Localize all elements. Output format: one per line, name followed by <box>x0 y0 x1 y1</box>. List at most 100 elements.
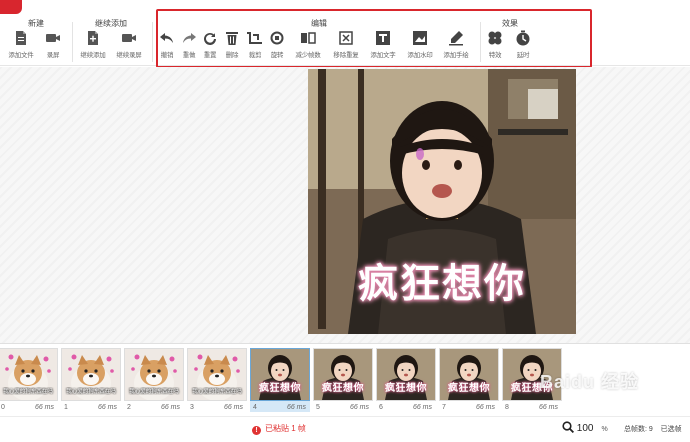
continue-add-icon <box>88 31 98 45</box>
frame-thumbnail[interactable]: 我心爱的狗东西在吗 0 66 ms <box>0 348 58 412</box>
record-screen-label: 录屏 <box>46 52 60 59</box>
frame-caption: 我心爱的狗东西在吗 <box>66 389 116 395</box>
frame-image: 我心爱的狗东西在吗 <box>61 348 121 401</box>
frame-image: 我心爱的狗东西在吗 <box>0 348 58 401</box>
add-text-icon <box>376 31 390 45</box>
group-new: 新建 添加文件 录屏 <box>4 14 68 66</box>
watermark: Baidu 经验 <box>540 372 640 392</box>
frame-caption: 我心爱的狗东西在吗 <box>129 389 179 395</box>
frame-index: 8 <box>505 404 509 411</box>
rotate-icon <box>270 31 284 45</box>
effects-icon <box>488 31 502 45</box>
frame-index: 3 <box>190 404 194 411</box>
group-title-new: 新建 <box>28 19 44 28</box>
frame-thumbnail[interactable]: 疯狂想你 7 66 ms <box>439 348 499 412</box>
reduce-frames-icon <box>301 32 316 44</box>
frame-caption: 我心爱的狗东西在吗 <box>192 389 242 395</box>
group-continue-add: 继续添加 继续添加 继续录屏 <box>76 14 146 66</box>
add-watermark-icon <box>413 31 427 45</box>
status-message-text: 已粘贴 1 帧 <box>265 424 306 433</box>
frame-index: 4 <box>253 404 257 411</box>
frame-thumbnail[interactable]: 我心爱的狗东西在吗 2 66 ms <box>124 348 184 412</box>
frame-counts: 总帧数: 9 已选帧 <box>624 424 682 434</box>
reduce-frames-button[interactable]: 减少帧数 <box>291 30 325 64</box>
record-screen-icon <box>46 34 60 42</box>
add-drawing-icon <box>449 31 463 46</box>
frame-image: 我心爱的狗东西在吗 <box>124 348 184 401</box>
main-image-caption: 疯狂想你 <box>358 262 526 306</box>
main-image: 疯狂想你 <box>308 69 576 334</box>
add-text-button[interactable]: 添加文字 <box>366 30 400 64</box>
frame-duration[interactable]: 66 ms <box>287 404 306 411</box>
total-frames: 总帧数: 9 <box>624 426 653 433</box>
continue-add-label: 继续添加 <box>80 52 106 59</box>
status-bar: ! 已粘贴 1 帧 100% 总帧数: 9 已选帧 <box>0 416 690 442</box>
frame-index: 1 <box>64 404 68 411</box>
remove-duplicates-label: 移除重复 <box>333 52 359 59</box>
frame-index: 5 <box>316 404 320 411</box>
warning-icon: ! <box>252 426 261 435</box>
group-edit: 编辑 撤销 重做 重置 删除 裁剪 旋转 减少帧数 移除重复 添加文字 添加水印… <box>154 14 484 66</box>
zoom-value[interactable]: 100 <box>577 423 594 434</box>
app-logo <box>0 0 22 14</box>
continue-add-button[interactable]: 继续添加 <box>76 30 110 64</box>
frame-duration[interactable]: 66 ms <box>539 404 558 411</box>
delay-icon <box>516 30 530 46</box>
frame-thumbnail[interactable]: 疯狂想你 5 66 ms <box>313 348 373 412</box>
zoom-unit: % <box>601 426 608 433</box>
frame-duration[interactable]: 66 ms <box>350 404 369 411</box>
frame-caption: 疯狂想你 <box>259 383 301 394</box>
record-screen-button[interactable]: 录屏 <box>36 30 70 64</box>
remove-duplicates-button[interactable]: 移除重复 <box>329 30 363 64</box>
group-title-continue-add: 继续添加 <box>95 19 127 28</box>
frame-duration[interactable]: 66 ms <box>224 404 243 411</box>
add-watermark-button[interactable]: 添加水印 <box>403 30 437 64</box>
delay-label: 延时 <box>516 52 530 59</box>
delay-button[interactable]: 延时 <box>506 30 540 64</box>
frame-duration[interactable]: 66 ms <box>98 404 117 411</box>
frame-duration[interactable]: 66 ms <box>476 404 495 411</box>
frame-image: 疯狂想你 <box>313 348 373 401</box>
frame-caption: 疯狂想你 <box>385 383 427 394</box>
continue-record-icon <box>122 34 136 42</box>
frame-thumbnail[interactable]: 疯狂想你 6 66 ms <box>376 348 436 412</box>
frame-image: 我心爱的狗东西在吗 <box>187 348 247 401</box>
add-watermark-label: 添加水印 <box>407 52 433 59</box>
selected-frames: 已选帧 <box>660 426 682 433</box>
frame-thumbnail[interactable]: 我心爱的狗东西在吗 3 66 ms <box>187 348 247 412</box>
zoom-control[interactable]: 100% <box>562 421 608 434</box>
frame-image: 疯狂想你 <box>376 348 436 401</box>
frame-index: 7 <box>442 404 446 411</box>
zoom-icon <box>562 421 575 434</box>
separator <box>72 22 73 62</box>
frame-index: 6 <box>379 404 383 411</box>
frame-index: 0 <box>1 404 5 411</box>
add-drawing-button[interactable]: 添加手绘 <box>439 30 473 64</box>
frame-duration[interactable]: 66 ms <box>161 404 180 411</box>
frame-caption: 疯狂想你 <box>448 383 490 394</box>
frame-duration[interactable]: 66 ms <box>35 404 54 411</box>
frame-thumbnail[interactable]: 疯狂想你 4 66 ms <box>250 348 310 412</box>
reduce-frames-label: 减少帧数 <box>295 52 321 59</box>
add-file-icon <box>16 31 26 45</box>
toolbar: 新建 添加文件 录屏 继续添加 继续添加 继续录屏 编辑 撤销 重做 重置 删除… <box>0 14 690 66</box>
group-effects: 效果 特效 延时 <box>482 14 538 66</box>
frame-caption: 我心爱的狗东西在吗 <box>3 389 53 395</box>
frame-image: 疯狂想你 <box>439 348 499 401</box>
continue-record-label: 继续录屏 <box>116 52 142 59</box>
add-file-label: 添加文件 <box>8 52 34 59</box>
rotate-label: 旋转 <box>270 52 284 59</box>
frame-index: 2 <box>127 404 131 411</box>
add-drawing-label: 添加手绘 <box>443 52 469 59</box>
frame-image: 疯狂想你 <box>250 348 310 401</box>
frame-caption: 疯狂想你 <box>322 383 364 394</box>
add-file-button[interactable]: 添加文件 <box>4 30 38 64</box>
frame-thumbnail[interactable]: 我心爱的狗东西在吗 1 66 ms <box>61 348 121 412</box>
frame-duration[interactable]: 66 ms <box>413 404 432 411</box>
group-title-effects: 效果 <box>502 19 518 28</box>
add-text-label: 添加文字 <box>370 52 396 59</box>
status-message: ! 已粘贴 1 帧 <box>252 423 306 435</box>
continue-record-button[interactable]: 继续录屏 <box>112 30 146 64</box>
rotate-button[interactable]: 旋转 <box>260 30 294 64</box>
group-title-edit: 编辑 <box>311 19 327 28</box>
